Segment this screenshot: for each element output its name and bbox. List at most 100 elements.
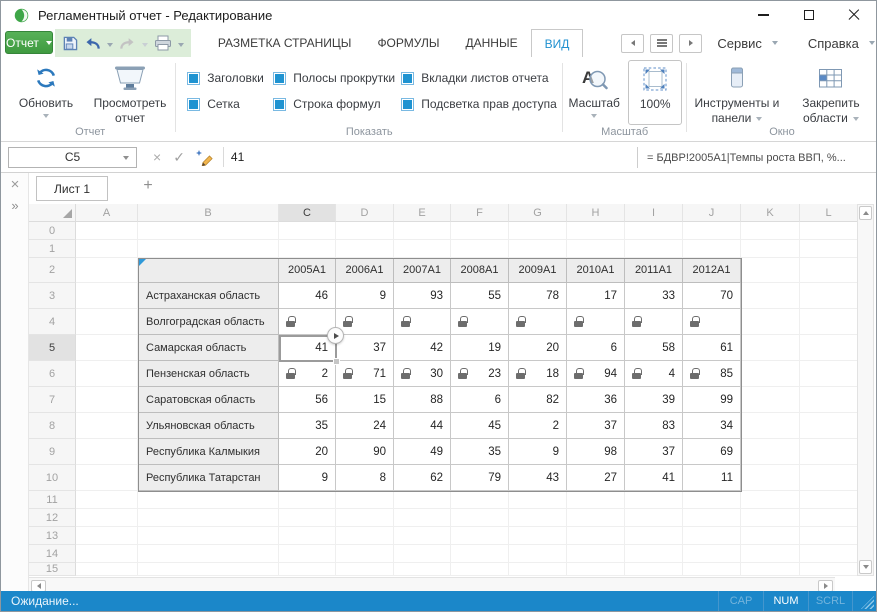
cell-K0[interactable] <box>741 222 800 240</box>
row-header-0[interactable]: 0 <box>29 222 76 240</box>
menu-1[interactable]: Справка <box>793 36 877 51</box>
cell-H2[interactable]: 2010A1 <box>567 258 625 283</box>
expand-panel-icon[interactable]: » <box>1 198 29 213</box>
cell-D0[interactable] <box>336 222 394 240</box>
cell-D9[interactable]: 90 <box>336 439 394 465</box>
print-button[interactable] <box>151 31 175 55</box>
cell-B5[interactable]: Самарская область <box>138 335 279 361</box>
row-header-12[interactable]: 12 <box>29 509 76 527</box>
report-menu-button[interactable]: Отчет <box>5 31 53 54</box>
cell-L4[interactable] <box>800 309 858 335</box>
checkbox-option-3[interactable]: Строка формул <box>273 97 401 111</box>
tab-3[interactable]: ВИД <box>531 29 584 57</box>
cell-D2[interactable]: 2006A1 <box>336 258 394 283</box>
close-button[interactable] <box>831 1 876 29</box>
cell-A9[interactable] <box>76 439 138 465</box>
ribbon-menu-button[interactable] <box>650 34 673 53</box>
cell-I13[interactable] <box>625 527 683 545</box>
cell-L11[interactable] <box>800 491 858 509</box>
cell-B11[interactable] <box>138 491 279 509</box>
cell-K6[interactable] <box>741 361 800 387</box>
row-header-14[interactable]: 14 <box>29 545 76 563</box>
cell-F8[interactable]: 45 <box>451 413 509 439</box>
cell-B6[interactable]: Пензенская область <box>138 361 279 387</box>
cell-H0[interactable] <box>567 222 625 240</box>
cell-L3[interactable] <box>800 283 858 309</box>
cell-C7[interactable]: 56 <box>279 387 336 413</box>
row-header-8[interactable]: 8 <box>29 413 76 439</box>
cell-D12[interactable] <box>336 509 394 527</box>
cell-E2[interactable]: 2007A1 <box>394 258 451 283</box>
cell-H4[interactable] <box>567 309 625 335</box>
cell-L14[interactable] <box>800 545 858 563</box>
cell-G0[interactable] <box>509 222 567 240</box>
cell-E15[interactable] <box>394 563 451 576</box>
cell-F10[interactable]: 79 <box>451 465 509 491</box>
cell-G7[interactable]: 82 <box>509 387 567 413</box>
cell-I14[interactable] <box>625 545 683 563</box>
cell-G5[interactable]: 20 <box>509 335 567 361</box>
cell-C13[interactable] <box>279 527 336 545</box>
cell-E11[interactable] <box>394 491 451 509</box>
cell-I9[interactable]: 37 <box>625 439 683 465</box>
column-header-A[interactable]: A <box>76 204 138 222</box>
tab-1[interactable]: ФОРМУЛЫ <box>364 29 452 57</box>
cell-C12[interactable] <box>279 509 336 527</box>
cell-A0[interactable] <box>76 222 138 240</box>
cell-B13[interactable] <box>138 527 279 545</box>
cell-G1[interactable] <box>509 240 567 258</box>
scroll-down-button[interactable] <box>859 560 872 574</box>
cell-K3[interactable] <box>741 283 800 309</box>
cell-D6[interactable]: 71 <box>336 361 394 387</box>
row-header-15[interactable]: 15 <box>29 563 76 576</box>
cell-J8[interactable]: 34 <box>683 413 741 439</box>
cell-D3[interactable]: 9 <box>336 283 394 309</box>
cell-G2[interactable]: 2009A1 <box>509 258 567 283</box>
cell-name-box[interactable]: C5 <box>8 147 137 168</box>
cell-C2[interactable]: 2005A1 <box>279 258 336 283</box>
cell-B7[interactable]: Саратовская область <box>138 387 279 413</box>
cell-E10[interactable]: 62 <box>394 465 451 491</box>
cell-G14[interactable] <box>509 545 567 563</box>
cell-K7[interactable] <box>741 387 800 413</box>
scroll-tabs-left-button[interactable] <box>621 34 644 53</box>
print-dropdown[interactable] <box>175 34 187 52</box>
cell-H13[interactable] <box>567 527 625 545</box>
menu-0[interactable]: Сервис <box>702 36 793 51</box>
cell-H5[interactable]: 6 <box>567 335 625 361</box>
cell-E8[interactable]: 44 <box>394 413 451 439</box>
cell-B9[interactable]: Республика Калмыкия <box>138 439 279 465</box>
cell-B2[interactable] <box>138 258 279 283</box>
cell-I6[interactable]: 4 <box>625 361 683 387</box>
cell-F6[interactable]: 23 <box>451 361 509 387</box>
cell-J4[interactable] <box>683 309 741 335</box>
cell-B14[interactable] <box>138 545 279 563</box>
row-header-2[interactable]: 2 <box>29 258 76 283</box>
column-header-F[interactable]: F <box>451 204 509 222</box>
cell-L13[interactable] <box>800 527 858 545</box>
cell-H14[interactable] <box>567 545 625 563</box>
cell-L7[interactable] <box>800 387 858 413</box>
cell-C6[interactable]: 2 <box>279 361 336 387</box>
cell-B10[interactable]: Республика Татарстан <box>138 465 279 491</box>
redo-dropdown[interactable] <box>139 34 151 52</box>
cell-B4[interactable]: Волгоградская область <box>138 309 279 335</box>
cell-C10[interactable]: 9 <box>279 465 336 491</box>
sheet-tab[interactable]: Лист 1 <box>36 176 108 201</box>
cell-I2[interactable]: 2011A1 <box>625 258 683 283</box>
column-header-C[interactable]: C <box>279 204 336 222</box>
cell-H7[interactable]: 36 <box>567 387 625 413</box>
cell-J7[interactable]: 99 <box>683 387 741 413</box>
cell-E12[interactable] <box>394 509 451 527</box>
zoom-button[interactable]: A Масштаб <box>564 57 624 125</box>
refresh-button[interactable]: Обновить <box>6 57 86 126</box>
cell-I5[interactable]: 58 <box>625 335 683 361</box>
select-all-corner[interactable] <box>29 204 76 222</box>
cell-I0[interactable] <box>625 222 683 240</box>
row-header-4[interactable]: 4 <box>29 309 76 335</box>
column-header-B[interactable]: B <box>138 204 279 222</box>
tab-0[interactable]: РАЗМЕТКА СТРАНИЦЫ <box>205 29 365 57</box>
column-header-G[interactable]: G <box>509 204 567 222</box>
cell-I4[interactable] <box>625 309 683 335</box>
row-header-3[interactable]: 3 <box>29 283 76 309</box>
